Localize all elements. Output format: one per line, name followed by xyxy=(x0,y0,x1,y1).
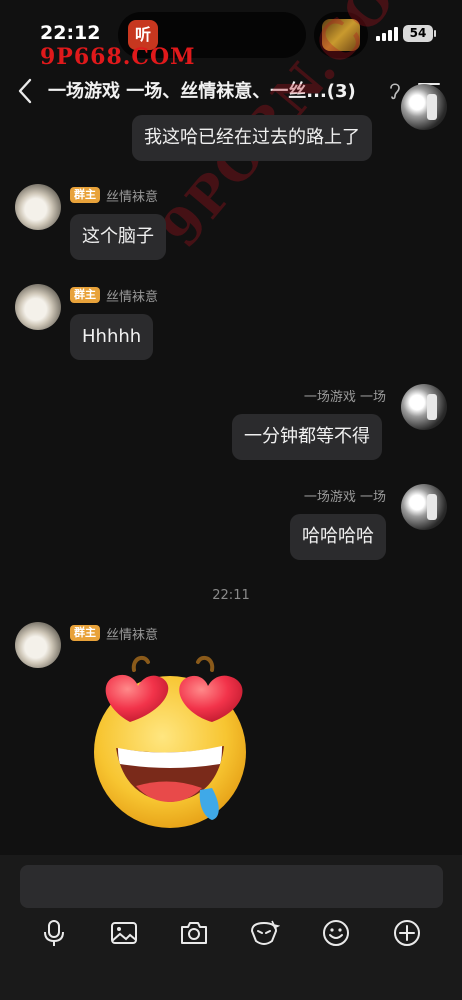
plus-icon[interactable] xyxy=(391,917,423,949)
sender-name: 丝情袜意 xyxy=(106,290,159,305)
sender-name: 丝情袜意 xyxy=(106,628,159,643)
avatar-self[interactable] xyxy=(401,484,447,530)
input-area xyxy=(0,855,462,1000)
microphone-icon[interactable] xyxy=(38,917,70,949)
owner-badge: 群主 xyxy=(70,287,100,303)
camera-icon[interactable] xyxy=(178,917,210,949)
avatar-group-owner[interactable] xyxy=(15,622,61,668)
sticker-icon[interactable] xyxy=(248,917,280,949)
sender-name: 丝情袜意 xyxy=(106,190,159,205)
chat-header: 一场游戏 一场、丝情袜意、一丝...(3) xyxy=(0,68,462,114)
message-bubble[interactable]: 我这哈已经在过去的路上了 xyxy=(132,115,372,161)
image-icon[interactable] xyxy=(108,917,140,949)
battery-icon: 54 xyxy=(403,25,433,42)
owner-badge: 群主 xyxy=(70,187,100,203)
avatar-self[interactable] xyxy=(401,384,447,430)
message-bubble[interactable]: Hhhhh xyxy=(70,314,154,360)
sender-name: 一场游戏 一场 xyxy=(303,490,386,505)
smiley-icon[interactable] xyxy=(320,917,352,949)
message-input[interactable] xyxy=(20,865,443,908)
avatar-self[interactable] xyxy=(401,84,447,130)
avatar-group-owner[interactable] xyxy=(15,284,61,330)
message-timestamp: 22:11 xyxy=(212,588,250,603)
avatar-group-owner[interactable] xyxy=(15,184,61,230)
message-bubble[interactable]: 哈哈哈哈 xyxy=(290,514,386,560)
battery-tip xyxy=(434,30,436,37)
message-bubble[interactable]: 一分钟都等不得 xyxy=(232,414,382,460)
ear-icon[interactable] xyxy=(388,80,402,102)
back-icon[interactable] xyxy=(14,76,38,106)
owner-badge: 群主 xyxy=(70,625,100,641)
message-bubble[interactable]: 这个脑子 xyxy=(70,214,166,260)
status-time: 22:12 xyxy=(40,22,101,44)
heart-eyes-drool-emoji[interactable] xyxy=(88,648,258,832)
sender-name: 一场游戏 一场 xyxy=(303,390,386,405)
watermark-top: 9P668.COM xyxy=(40,44,196,70)
chat-screen: 22:12 听 9P668.COM 54 一场游戏 一场、丝情袜意、一丝...(… xyxy=(0,0,462,1000)
